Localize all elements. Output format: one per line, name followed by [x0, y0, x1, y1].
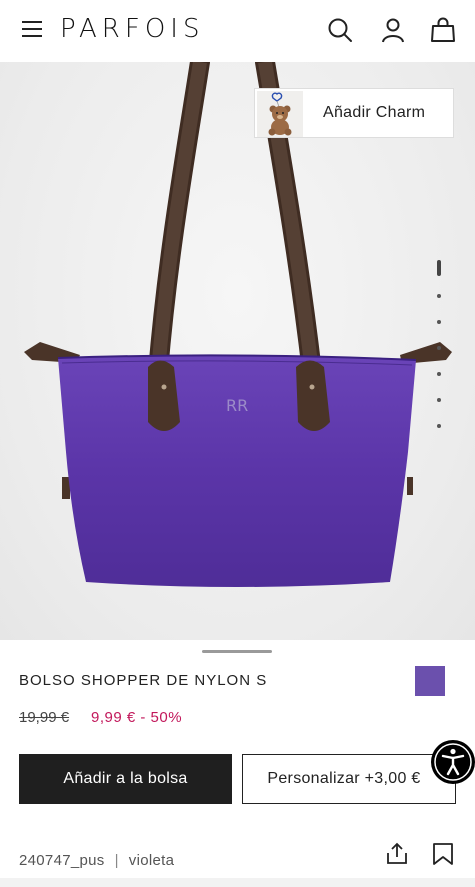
user-icon[interactable]	[379, 16, 407, 44]
search-icon[interactable]	[326, 16, 354, 44]
add-to-bag-button[interactable]: Añadir a la bolsa	[19, 754, 232, 804]
original-price: 19,99 €	[19, 709, 70, 726]
reference-code: 240747_pus	[19, 852, 105, 869]
pagination-dot-active[interactable]	[437, 260, 441, 276]
site-header: PARFOIS	[0, 0, 475, 62]
bookmark-icon[interactable]	[431, 842, 455, 866]
share-icon[interactable]	[385, 841, 409, 865]
drawer-handle[interactable]	[202, 650, 272, 653]
color-name: violeta	[128, 852, 175, 869]
charm-thumbnail	[257, 91, 303, 137]
sale-price: 9,99 € - 50%	[91, 709, 183, 726]
pagination-dot[interactable]	[437, 372, 441, 376]
accessibility-icon[interactable]	[431, 740, 475, 784]
monogram-text: RR	[226, 396, 248, 415]
teddy-bear-icon	[268, 92, 292, 136]
add-charm-button[interactable]: Añadir Charm	[254, 88, 454, 138]
personalize-button[interactable]: Personalizar +3,00 €	[242, 754, 456, 804]
pagination-dot[interactable]	[437, 294, 441, 298]
product-name: BOLSO SHOPPER DE NYLON S	[19, 672, 268, 689]
pagination-dot[interactable]	[437, 398, 441, 402]
gallery-pagination	[435, 260, 443, 440]
brand-logo[interactable]: PARFOIS	[60, 14, 204, 44]
pagination-dot[interactable]	[437, 424, 441, 428]
pagination-dot[interactable]	[437, 346, 441, 350]
product-image: RR	[24, 62, 452, 587]
hamburger-menu-icon[interactable]	[22, 20, 42, 38]
reference-separator: |	[114, 852, 119, 869]
shopping-bag-icon[interactable]	[429, 16, 457, 44]
add-charm-label: Añadir Charm	[323, 104, 426, 121]
pagination-dot[interactable]	[437, 320, 441, 324]
product-reference: 240747_pus | violeta	[19, 852, 174, 869]
product-image-gallery[interactable]: RR Añadir Charm	[0, 62, 475, 640]
page-bottom-edge	[0, 878, 475, 887]
color-swatch[interactable]	[415, 666, 445, 696]
